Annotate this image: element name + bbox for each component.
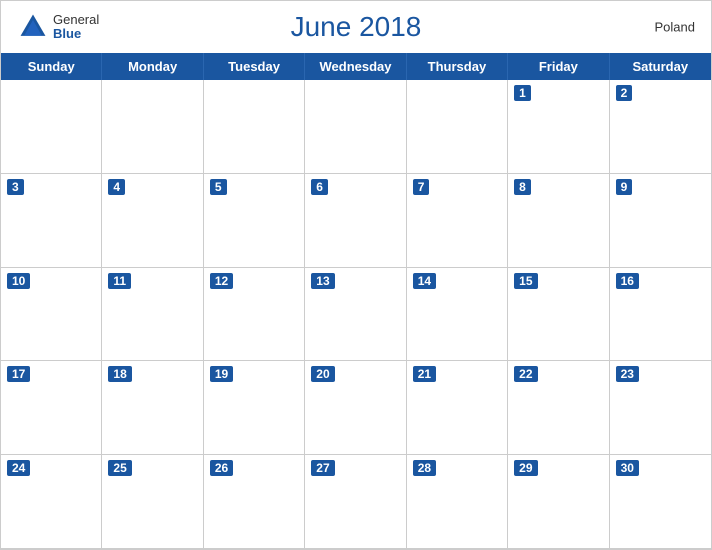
day-header-monday: Monday xyxy=(102,53,203,80)
day-cell: 2 xyxy=(610,80,711,174)
day-headers: SundayMondayTuesdayWednesdayThursdayFrid… xyxy=(1,53,711,80)
day-number: 16 xyxy=(616,273,639,289)
day-number: 25 xyxy=(108,460,131,476)
calendar-container: General Blue June 2018 Poland SundayMond… xyxy=(0,0,712,550)
day-number: 11 xyxy=(108,273,131,289)
logo-text: General Blue xyxy=(53,13,99,42)
day-number: 15 xyxy=(514,273,537,289)
day-cell: 13 xyxy=(305,268,406,362)
day-cell: 12 xyxy=(204,268,305,362)
logo-area: General Blue xyxy=(17,11,99,43)
day-cell: 30 xyxy=(610,455,711,549)
day-header-thursday: Thursday xyxy=(407,53,508,80)
calendar-grid: 1234567891011121314151617181920212223242… xyxy=(1,80,711,549)
day-number: 22 xyxy=(514,366,537,382)
day-number: 21 xyxy=(413,366,436,382)
day-header-saturday: Saturday xyxy=(610,53,711,80)
day-cell: 14 xyxy=(407,268,508,362)
calendar-header: General Blue June 2018 Poland xyxy=(1,1,711,53)
day-cell: 22 xyxy=(508,361,609,455)
country-label: Poland xyxy=(655,20,695,35)
calendar-title: June 2018 xyxy=(291,11,422,43)
day-cell: 6 xyxy=(305,174,406,268)
day-number: 9 xyxy=(616,179,633,195)
day-cell: 19 xyxy=(204,361,305,455)
day-header-sunday: Sunday xyxy=(1,53,102,80)
day-number: 2 xyxy=(616,85,633,101)
day-cell: 7 xyxy=(407,174,508,268)
day-number: 23 xyxy=(616,366,639,382)
day-cell: 11 xyxy=(102,268,203,362)
day-cell: 15 xyxy=(508,268,609,362)
day-number: 18 xyxy=(108,366,131,382)
day-number: 5 xyxy=(210,179,227,195)
day-number: 6 xyxy=(311,179,328,195)
day-number: 8 xyxy=(514,179,531,195)
day-cell xyxy=(204,80,305,174)
day-cell: 3 xyxy=(1,174,102,268)
day-number: 30 xyxy=(616,460,639,476)
day-header-friday: Friday xyxy=(508,53,609,80)
day-number: 20 xyxy=(311,366,334,382)
day-cell: 21 xyxy=(407,361,508,455)
day-number: 26 xyxy=(210,460,233,476)
day-cell: 27 xyxy=(305,455,406,549)
day-cell: 24 xyxy=(1,455,102,549)
day-number: 3 xyxy=(7,179,24,195)
day-cell: 8 xyxy=(508,174,609,268)
day-cell xyxy=(407,80,508,174)
day-number: 27 xyxy=(311,460,334,476)
day-cell: 20 xyxy=(305,361,406,455)
day-number: 13 xyxy=(311,273,334,289)
day-cell: 17 xyxy=(1,361,102,455)
day-cell: 18 xyxy=(102,361,203,455)
day-header-tuesday: Tuesday xyxy=(204,53,305,80)
day-cell xyxy=(305,80,406,174)
day-number: 10 xyxy=(7,273,30,289)
day-number: 14 xyxy=(413,273,436,289)
day-cell: 29 xyxy=(508,455,609,549)
day-cell: 25 xyxy=(102,455,203,549)
day-cell: 4 xyxy=(102,174,203,268)
day-number: 24 xyxy=(7,460,30,476)
day-cell: 9 xyxy=(610,174,711,268)
day-number: 1 xyxy=(514,85,531,101)
day-cell xyxy=(1,80,102,174)
day-cell: 1 xyxy=(508,80,609,174)
day-number: 29 xyxy=(514,460,537,476)
day-cell: 23 xyxy=(610,361,711,455)
day-number: 19 xyxy=(210,366,233,382)
day-cell: 10 xyxy=(1,268,102,362)
day-cell: 16 xyxy=(610,268,711,362)
day-cell: 28 xyxy=(407,455,508,549)
day-number: 17 xyxy=(7,366,30,382)
day-number: 7 xyxy=(413,179,430,195)
day-number: 12 xyxy=(210,273,233,289)
day-header-wednesday: Wednesday xyxy=(305,53,406,80)
day-cell: 5 xyxy=(204,174,305,268)
day-number: 28 xyxy=(413,460,436,476)
day-cell: 26 xyxy=(204,455,305,549)
day-number: 4 xyxy=(108,179,125,195)
day-cell xyxy=(102,80,203,174)
logo-icon xyxy=(17,11,49,43)
